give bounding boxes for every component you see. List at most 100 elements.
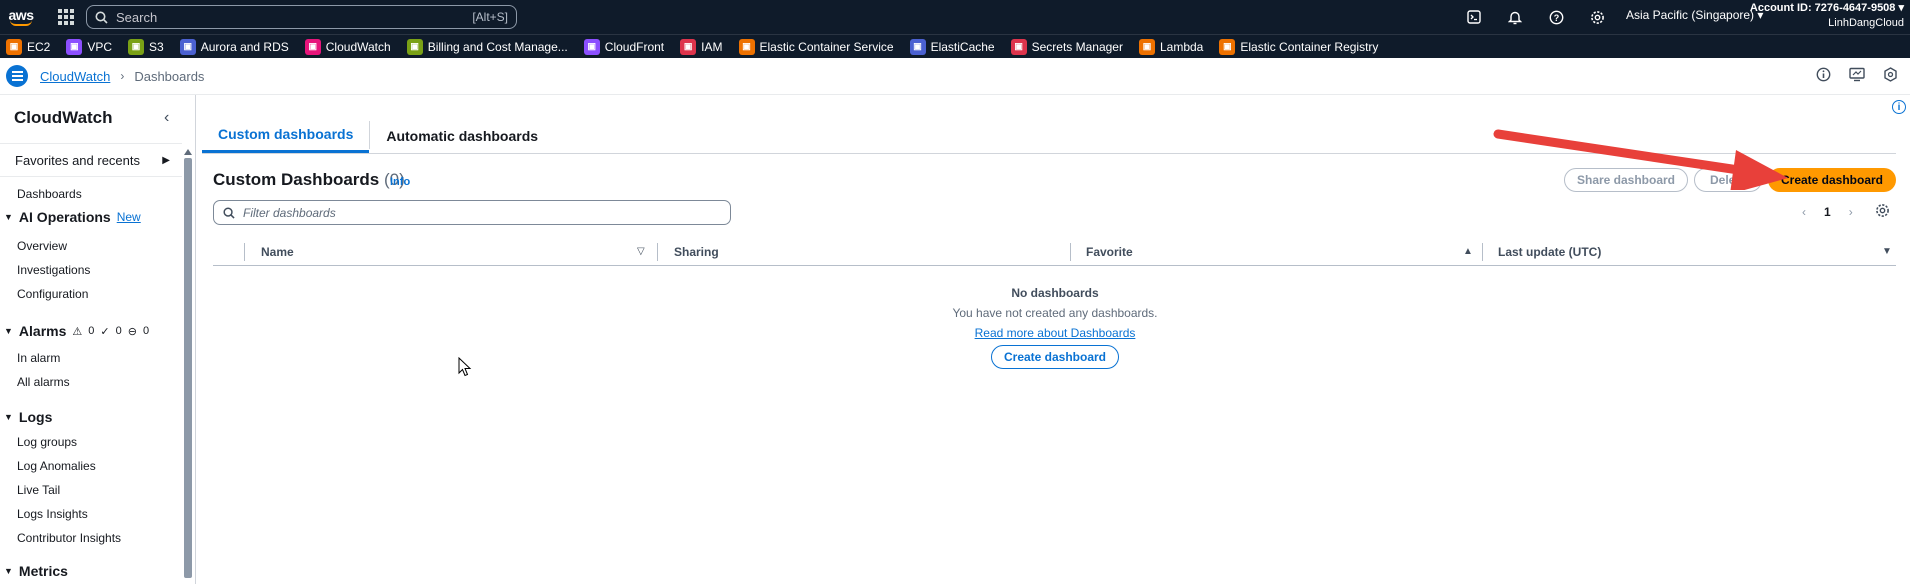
- caret-down-icon: ▼: [4, 566, 13, 576]
- region-selector[interactable]: Asia Pacific (Singapore) ▾: [1626, 8, 1763, 22]
- sidebar-section-logs[interactable]: ▼ Logs: [4, 409, 52, 425]
- favorite-label: S3: [149, 39, 164, 54]
- insufficient-count: 0: [142, 325, 150, 337]
- favorite-label: CloudWatch: [325, 39, 391, 54]
- favorites-and-recents[interactable]: Favorites and recents ▶: [0, 143, 182, 177]
- search-icon: [95, 11, 108, 24]
- in-alarm-count: 0: [88, 325, 95, 337]
- aws-smile-icon: [10, 20, 32, 26]
- favorite-label: ElastiCache: [930, 39, 995, 54]
- cloudshell-icon[interactable]: [1462, 6, 1486, 28]
- favorite-cloudfront[interactable]: ▣ CloudFront: [583, 38, 664, 55]
- empty-state: No dashboards You have not created any d…: [913, 286, 1197, 369]
- service-icon: ▣: [909, 38, 926, 55]
- service-icon: ▣: [680, 38, 697, 55]
- breadcrumb-current: Dashboards: [134, 68, 205, 84]
- sidebar-item-log-groups[interactable]: Log groups: [17, 435, 77, 449]
- favorite-iam[interactable]: ▣ IAM: [680, 38, 723, 55]
- favorite-s3[interactable]: ▣ S3: [128, 38, 164, 55]
- next-page-icon[interactable]: ›: [1849, 205, 1853, 219]
- read-more-link[interactable]: Read more about Dashboards: [913, 326, 1197, 340]
- sidebar-item-logs-insights[interactable]: Logs Insights: [17, 507, 88, 521]
- filter-placeholder: Filter dashboards: [243, 205, 336, 220]
- service-icon: ▣: [304, 38, 321, 55]
- new-badge: New: [116, 210, 141, 224]
- sort-down-icon[interactable]: ▽: [637, 246, 645, 257]
- search-placeholder: Search: [116, 9, 158, 25]
- share-dashboard-button[interactable]: Share dashboard: [1564, 168, 1688, 192]
- column-last-update[interactable]: Last update (UTC): [1498, 245, 1601, 259]
- help-icon[interactable]: ?: [1544, 6, 1568, 28]
- favorite-label: Elastic Container Service: [759, 39, 894, 54]
- aws-logo[interactable]: aws: [4, 8, 38, 26]
- sidebar-item-live-tail[interactable]: Live Tail: [17, 483, 60, 497]
- delete-button[interactable]: Delete: [1694, 168, 1762, 192]
- global-search-input[interactable]: Search [Alt+S]: [86, 5, 517, 29]
- sidebar-item-configuration[interactable]: Configuration: [17, 287, 88, 301]
- favorite-label: VPC: [87, 39, 113, 54]
- create-dashboard-button[interactable]: Create dashboard: [1768, 168, 1896, 192]
- column-favorite[interactable]: Favorite: [1086, 245, 1133, 259]
- ai-operations-label: AI Operations: [18, 209, 111, 225]
- sidebar-item-dashboards[interactable]: Dashboards: [17, 187, 82, 201]
- favorite-vpc[interactable]: ▣ VPC: [66, 38, 113, 55]
- ok-count: 0: [115, 325, 122, 337]
- sort-down-icon[interactable]: ▼: [1882, 246, 1892, 257]
- sidebar-section-ai-operations[interactable]: ▼ AI Operations New: [4, 209, 141, 225]
- sidebar-section-metrics[interactable]: ▼ Metrics: [4, 563, 68, 579]
- sidebar-item-all-alarms[interactable]: All alarms: [17, 375, 70, 389]
- favorite-label: IAM: [701, 39, 723, 54]
- tab-automatic-dashboards[interactable]: Automatic dashboards: [370, 118, 554, 153]
- tab-custom-dashboards[interactable]: Custom dashboards: [202, 118, 370, 153]
- service-icon: ▣: [66, 38, 83, 55]
- favorite-ec2[interactable]: ▣ EC2: [6, 38, 50, 55]
- chevron-right-icon: ›: [120, 69, 125, 83]
- service-icon: ▣: [1010, 38, 1027, 55]
- column-name[interactable]: Name: [261, 245, 294, 259]
- services-menu-icon[interactable]: [56, 7, 76, 27]
- bell-icon[interactable]: [1503, 6, 1527, 28]
- column-sharing[interactable]: Sharing: [674, 245, 719, 259]
- settings-hex-icon[interactable]: [1883, 67, 1898, 85]
- favorite-elasticache[interactable]: ▣ ElastiCache: [909, 38, 995, 55]
- caret-down-icon: ▼: [4, 326, 13, 336]
- sidebar-scrollbar[interactable]: [183, 149, 192, 584]
- favorite-lambda[interactable]: ▣ Lambda: [1138, 38, 1203, 55]
- check-circle-icon: ✓: [100, 325, 110, 338]
- favorites-label: Favorites and recents: [15, 152, 141, 168]
- prev-page-icon[interactable]: ‹: [1802, 205, 1806, 219]
- sidebar-title: CloudWatch: [14, 108, 113, 127]
- sort-up-icon[interactable]: ▲: [1463, 246, 1473, 257]
- info-link[interactable]: Info: [390, 176, 410, 188]
- sidebar-item-contributor-insights[interactable]: Contributor Insights: [17, 531, 121, 545]
- sidebar-item-investigations[interactable]: Investigations: [17, 263, 90, 277]
- sidebar-item-log-anomalies[interactable]: Log Anomalies: [17, 459, 96, 473]
- hamburger-menu-icon[interactable]: [6, 65, 28, 87]
- service-icon: ▣: [179, 38, 196, 55]
- monitor-icon[interactable]: [1849, 67, 1865, 85]
- favorite-label: Secrets Manager: [1031, 39, 1123, 54]
- collapse-sidebar-icon[interactable]: ‹: [164, 109, 169, 127]
- favorite-secrets-manager[interactable]: ▣ Secrets Manager: [1010, 38, 1123, 55]
- table-preferences-gear-icon[interactable]: [1875, 203, 1890, 221]
- account-menu[interactable]: Account ID: 7276-4647-9508 ▾ LinhDangClo…: [1750, 1, 1904, 31]
- sidebar-section-alarms[interactable]: ▼ Alarms ⚠ 0 ✓ 0 ⊖ 0: [4, 323, 149, 339]
- mouse-cursor-icon: [458, 357, 472, 377]
- info-panel-icon[interactable]: [1816, 67, 1831, 85]
- pagination: ‹ 1 ›: [1802, 205, 1853, 219]
- scroll-up-icon[interactable]: [183, 149, 192, 155]
- favorite-aurora-and-rds[interactable]: ▣ Aurora and RDS: [179, 38, 289, 55]
- info-icon[interactable]: i: [1892, 100, 1906, 114]
- favorite-billing-and-cost-manage[interactable]: ▣ Billing and Cost Manage...: [406, 38, 568, 55]
- breadcrumb-cloudwatch-link[interactable]: CloudWatch: [40, 69, 110, 84]
- favorite-cloudwatch[interactable]: ▣ CloudWatch: [304, 38, 391, 55]
- sidebar-item-overview[interactable]: Overview: [17, 239, 67, 253]
- sidebar-item-in-alarm[interactable]: In alarm: [17, 351, 60, 365]
- favorite-elastic-container-service[interactable]: ▣ Elastic Container Service: [738, 38, 894, 55]
- current-page[interactable]: 1: [1824, 205, 1831, 219]
- filter-dashboards-input[interactable]: Filter dashboards: [213, 200, 731, 225]
- empty-create-dashboard-button[interactable]: Create dashboard: [991, 345, 1119, 369]
- gear-icon[interactable]: [1585, 6, 1609, 28]
- favorite-elastic-container-registry[interactable]: ▣ Elastic Container Registry: [1219, 38, 1378, 55]
- scrollbar-thumb[interactable]: [183, 158, 192, 578]
